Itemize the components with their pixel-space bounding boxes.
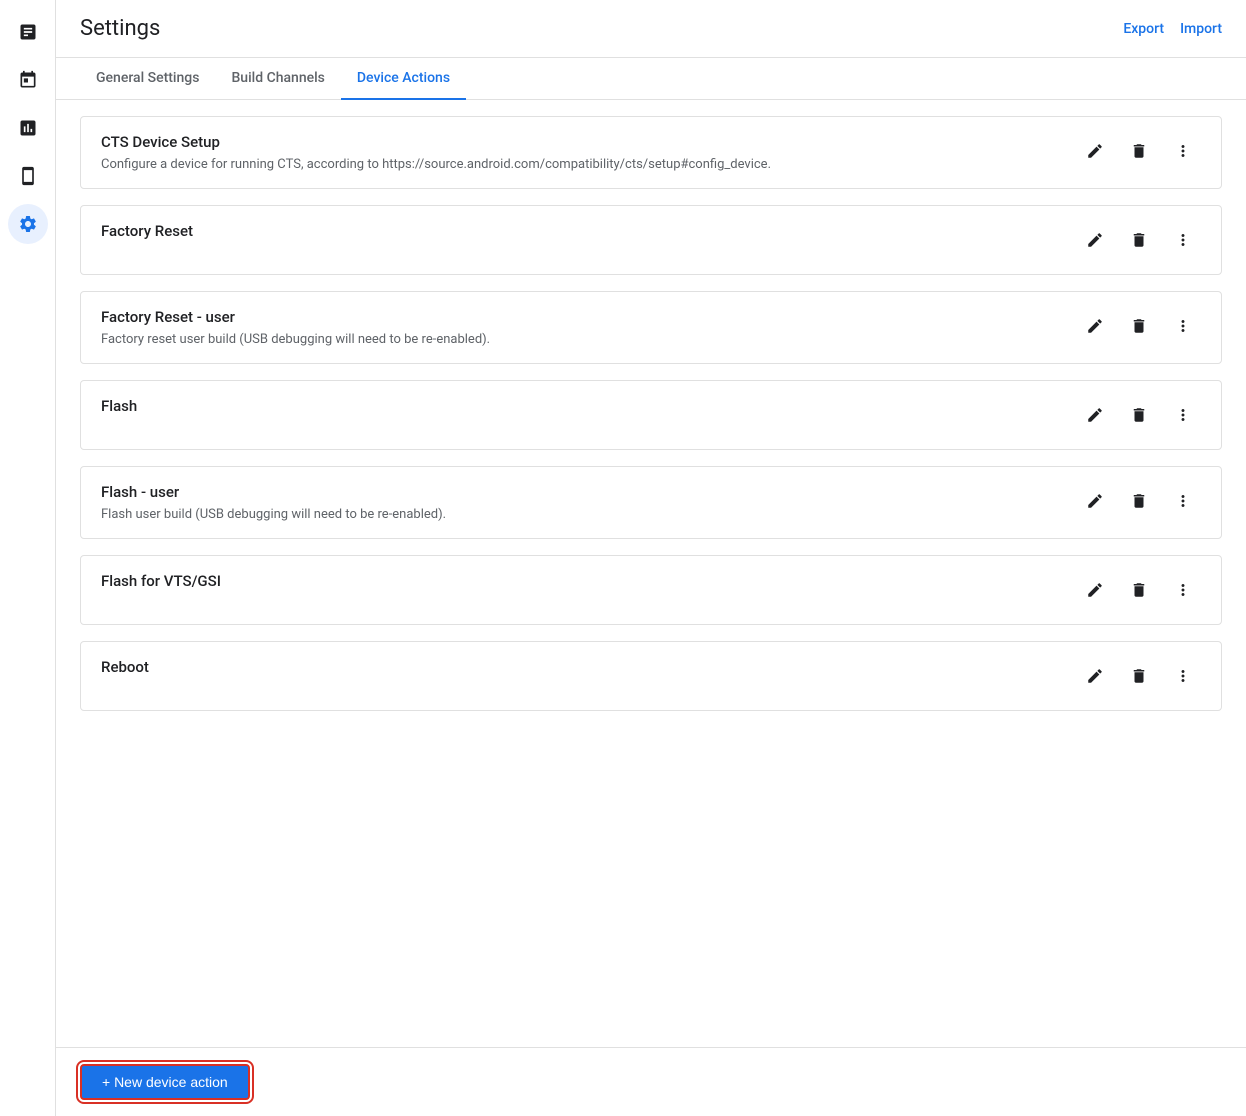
edit-button[interactable] bbox=[1077, 483, 1113, 519]
action-card-factory-reset-user: Factory Reset - user Factory reset user b… bbox=[80, 291, 1222, 364]
action-buttons bbox=[1077, 308, 1201, 344]
action-name: Reboot bbox=[101, 658, 1061, 676]
action-description: Configure a device for running CTS, acco… bbox=[101, 157, 1061, 172]
edit-icon bbox=[1086, 317, 1104, 335]
action-name: Factory Reset - user bbox=[101, 308, 1061, 326]
delete-button[interactable] bbox=[1121, 222, 1157, 258]
page-title: Settings bbox=[80, 16, 160, 57]
main-content: Settings Export Import General Settings … bbox=[56, 0, 1246, 1116]
more-vert-icon bbox=[1174, 667, 1192, 685]
delete-button[interactable] bbox=[1121, 133, 1157, 169]
new-device-action-button[interactable]: + New device action bbox=[80, 1064, 250, 1100]
action-card-flash: Flash bbox=[80, 380, 1222, 450]
edit-icon bbox=[1086, 667, 1104, 685]
action-info: Factory Reset - user Factory reset user b… bbox=[101, 308, 1061, 347]
tab-build-channels[interactable]: Build Channels bbox=[215, 58, 340, 100]
delete-button[interactable] bbox=[1121, 572, 1157, 608]
action-info: Factory Reset bbox=[101, 222, 1061, 246]
sidebar-item-analytics[interactable] bbox=[8, 108, 48, 148]
delete-icon bbox=[1130, 317, 1148, 335]
settings-icon bbox=[18, 214, 38, 234]
edit-icon bbox=[1086, 581, 1104, 599]
action-name: Flash for VTS/GSI bbox=[101, 572, 1061, 590]
action-card-flash-vts-gsi: Flash for VTS/GSI bbox=[80, 555, 1222, 625]
sidebar bbox=[0, 0, 56, 1116]
tab-general-settings[interactable]: General Settings bbox=[80, 58, 215, 100]
analytics-icon bbox=[18, 118, 38, 138]
edit-icon bbox=[1086, 142, 1104, 160]
edit-button[interactable] bbox=[1077, 308, 1113, 344]
action-name: CTS Device Setup bbox=[101, 133, 1061, 151]
sidebar-item-device[interactable] bbox=[8, 156, 48, 196]
report-icon bbox=[18, 22, 38, 42]
more-vert-icon bbox=[1174, 142, 1192, 160]
action-buttons bbox=[1077, 133, 1201, 169]
edit-icon bbox=[1086, 231, 1104, 249]
delete-icon bbox=[1130, 231, 1148, 249]
delete-button[interactable] bbox=[1121, 397, 1157, 433]
device-icon bbox=[18, 166, 38, 186]
tabs-container: General Settings Build Channels Device A… bbox=[56, 58, 1246, 100]
delete-icon bbox=[1130, 492, 1148, 510]
action-name: Factory Reset bbox=[101, 222, 1061, 240]
delete-icon bbox=[1130, 581, 1148, 599]
action-card-factory-reset: Factory Reset bbox=[80, 205, 1222, 275]
delete-icon bbox=[1130, 406, 1148, 424]
action-buttons bbox=[1077, 658, 1201, 694]
more-vert-icon bbox=[1174, 581, 1192, 599]
delete-icon bbox=[1130, 142, 1148, 160]
action-description: Flash user build (USB debugging will nee… bbox=[101, 507, 1061, 522]
more-button[interactable] bbox=[1165, 483, 1201, 519]
action-info: CTS Device Setup Configure a device for r… bbox=[101, 133, 1061, 172]
header: Settings Export Import bbox=[56, 0, 1246, 58]
action-buttons bbox=[1077, 397, 1201, 433]
action-info: Flash for VTS/GSI bbox=[101, 572, 1061, 596]
action-buttons bbox=[1077, 222, 1201, 258]
action-buttons bbox=[1077, 572, 1201, 608]
edit-button[interactable] bbox=[1077, 572, 1113, 608]
action-info: Flash - user Flash user build (USB debugg… bbox=[101, 483, 1061, 522]
sidebar-item-settings[interactable] bbox=[8, 204, 48, 244]
header-actions: Export Import bbox=[1123, 21, 1222, 53]
import-link[interactable]: Import bbox=[1180, 21, 1222, 37]
more-vert-icon bbox=[1174, 231, 1192, 249]
tab-device-actions[interactable]: Device Actions bbox=[341, 58, 466, 100]
action-buttons bbox=[1077, 483, 1201, 519]
more-vert-icon bbox=[1174, 492, 1192, 510]
delete-icon bbox=[1130, 667, 1148, 685]
action-card-cts-device-setup: CTS Device Setup Configure a device for r… bbox=[80, 116, 1222, 189]
calendar-icon bbox=[18, 70, 38, 90]
edit-button[interactable] bbox=[1077, 133, 1113, 169]
sidebar-item-calendar[interactable] bbox=[8, 60, 48, 100]
edit-button[interactable] bbox=[1077, 397, 1113, 433]
more-button[interactable] bbox=[1165, 397, 1201, 433]
export-link[interactable]: Export bbox=[1123, 21, 1164, 37]
edit-button[interactable] bbox=[1077, 222, 1113, 258]
delete-button[interactable] bbox=[1121, 308, 1157, 344]
sidebar-item-reports[interactable] bbox=[8, 12, 48, 52]
action-description: Factory reset user build (USB debugging … bbox=[101, 332, 1061, 347]
edit-icon bbox=[1086, 492, 1104, 510]
more-button[interactable] bbox=[1165, 222, 1201, 258]
action-card-flash-user: Flash - user Flash user build (USB debugg… bbox=[80, 466, 1222, 539]
edit-icon bbox=[1086, 406, 1104, 424]
more-button[interactable] bbox=[1165, 133, 1201, 169]
footer: + New device action bbox=[56, 1047, 1246, 1116]
content-area: CTS Device Setup Configure a device for r… bbox=[56, 100, 1246, 1047]
edit-button[interactable] bbox=[1077, 658, 1113, 694]
more-vert-icon bbox=[1174, 406, 1192, 424]
more-button[interactable] bbox=[1165, 658, 1201, 694]
action-info: Reboot bbox=[101, 658, 1061, 682]
action-name: Flash - user bbox=[101, 483, 1061, 501]
action-card-reboot: Reboot bbox=[80, 641, 1222, 711]
more-button[interactable] bbox=[1165, 308, 1201, 344]
action-info: Flash bbox=[101, 397, 1061, 421]
more-button[interactable] bbox=[1165, 572, 1201, 608]
more-vert-icon bbox=[1174, 317, 1192, 335]
delete-button[interactable] bbox=[1121, 483, 1157, 519]
delete-button[interactable] bbox=[1121, 658, 1157, 694]
action-name: Flash bbox=[101, 397, 1061, 415]
